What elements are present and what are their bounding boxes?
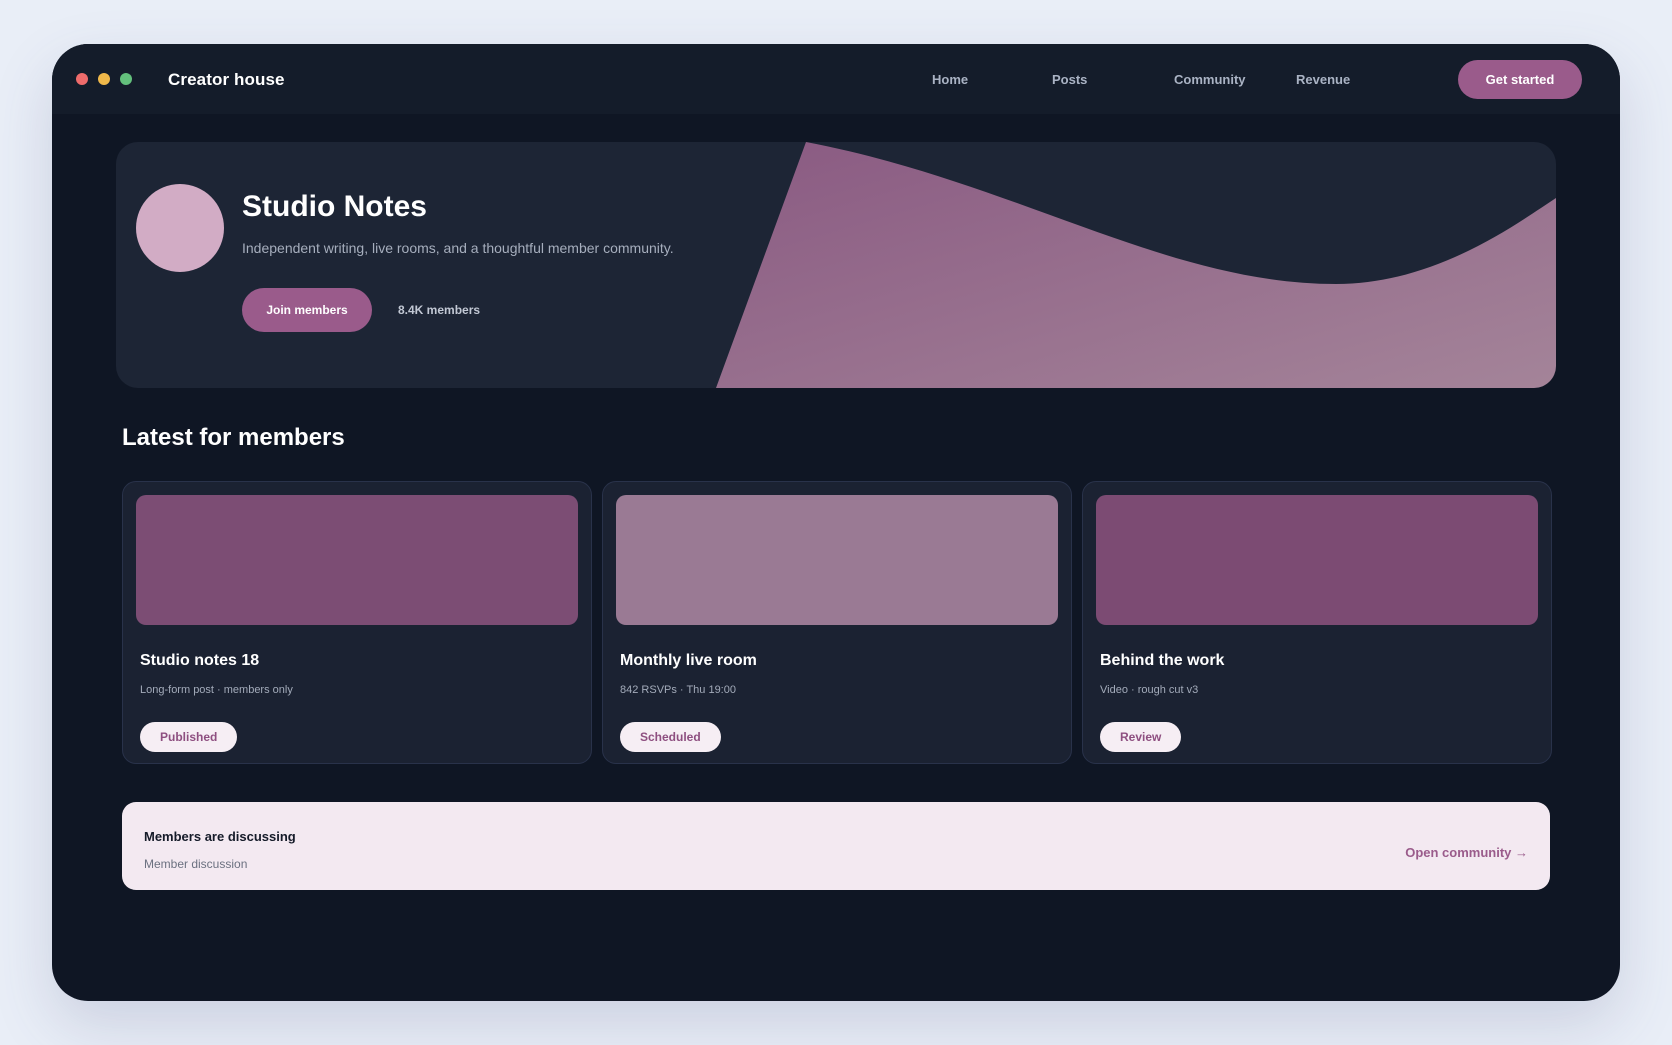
post-card[interactable]: Studio notes 18 Long-form post · members… (122, 481, 592, 764)
nav-posts[interactable]: Posts (1052, 72, 1087, 87)
post-thumbnail (1096, 495, 1538, 625)
status-badge: Scheduled (620, 722, 721, 752)
post-title: Studio notes 18 (140, 652, 260, 669)
post-card[interactable]: Behind the work Video · rough cut v3 Rev… (1082, 481, 1552, 764)
status-badge: Review (1100, 722, 1182, 752)
status-badge: Published (140, 722, 238, 752)
post-meta: Long-form post · members only (140, 684, 293, 696)
post-card[interactable]: Monthly live room 842 RSVPs · Thu 19:00 … (602, 481, 1072, 764)
join-members-button[interactable]: Join members (242, 288, 372, 332)
open-community-link[interactable]: Open community → (1405, 845, 1528, 860)
page-title: Studio Notes (242, 190, 427, 223)
avatar (136, 184, 224, 272)
nav-revenue[interactable]: Revenue (1296, 72, 1350, 87)
post-thumbnail (136, 495, 578, 625)
app-window: Creator house Home Posts Community Reven… (52, 44, 1620, 1001)
discussion-panel: Members are discussing Member discussion… (122, 802, 1550, 890)
post-title: Behind the work (1100, 652, 1225, 669)
maximize-window-dot[interactable] (120, 73, 132, 85)
post-title: Monthly live room (620, 652, 757, 669)
member-count: 8.4K members (398, 303, 481, 317)
hero-subtitle: Independent writing, live rooms, and a t… (242, 240, 674, 256)
brand-title: Creator house (168, 70, 285, 89)
close-window-dot[interactable] (76, 73, 88, 85)
section-title: Latest for members (122, 424, 345, 451)
top-bar: Creator house Home Posts Community Reven… (52, 44, 1620, 114)
minimize-window-dot[interactable] (98, 73, 110, 85)
nav-home[interactable]: Home (932, 72, 968, 87)
get-started-button[interactable]: Get started (1458, 60, 1582, 99)
nav-community[interactable]: Community (1174, 72, 1246, 87)
hero-banner: Studio Notes Independent writing, live r… (116, 142, 1556, 388)
hero-wave-art (716, 142, 1556, 388)
post-thumbnail (616, 495, 1058, 625)
discussion-subtitle: Member discussion (144, 857, 248, 871)
post-meta: 842 RSVPs · Thu 19:00 (620, 684, 736, 696)
discussion-title: Members are discussing (144, 829, 296, 844)
post-meta: Video · rough cut v3 (1100, 684, 1199, 696)
